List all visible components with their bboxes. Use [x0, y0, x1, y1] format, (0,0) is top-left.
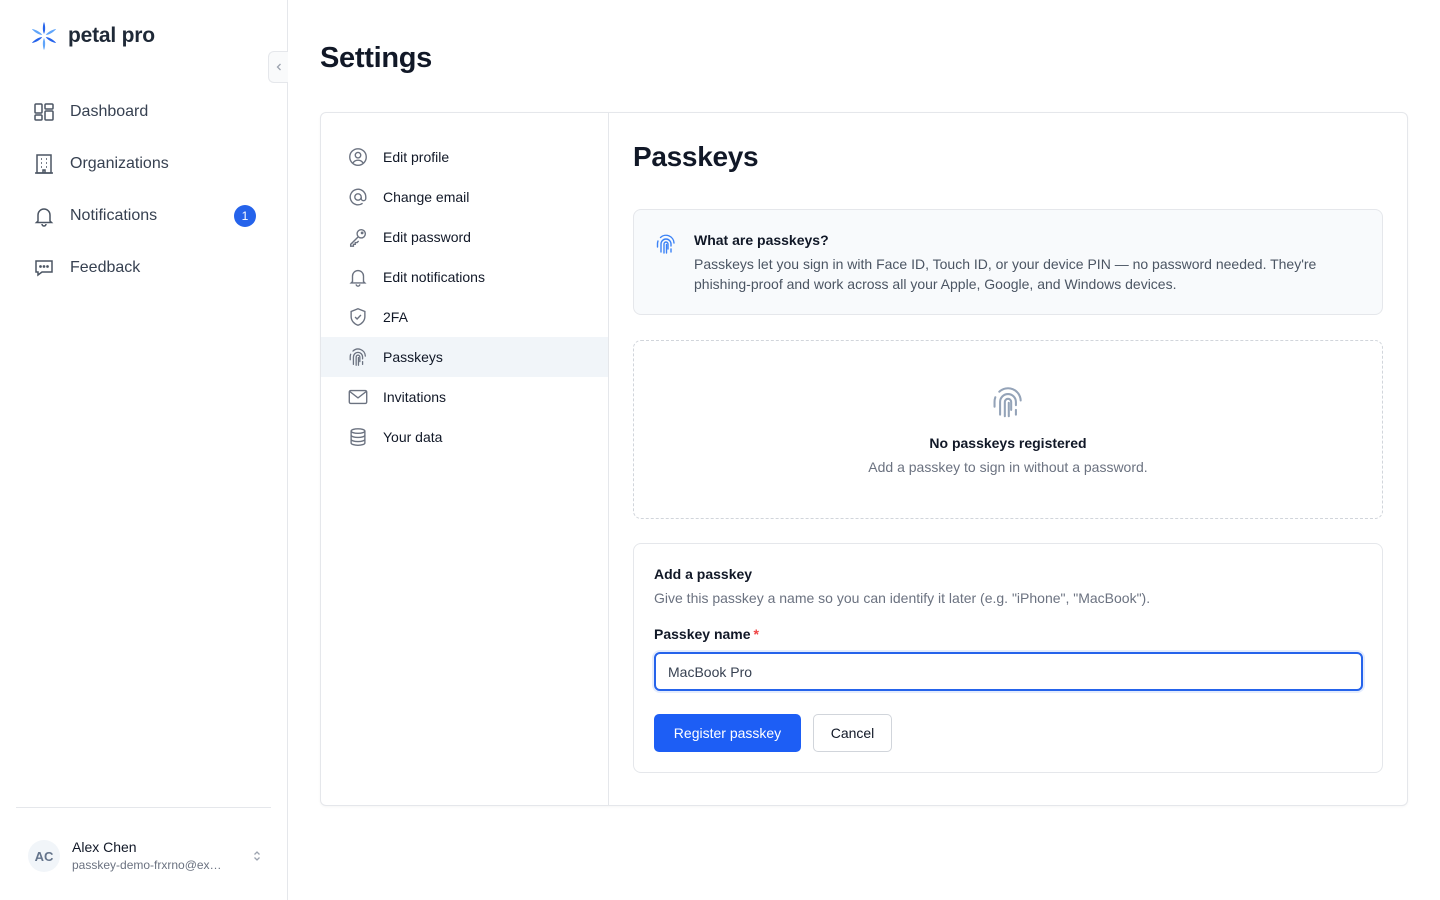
logo[interactable]: petal pro: [28, 20, 155, 52]
at-sign-icon: [349, 188, 367, 206]
settings-nav-label: Edit notifications: [383, 269, 485, 285]
settings-nav-label: Edit password: [383, 229, 471, 245]
settings-nav-edit-notifications[interactable]: Edit notifications: [321, 257, 608, 297]
settings-nav-edit-profile[interactable]: Edit profile: [321, 137, 608, 177]
settings-nav-edit-password[interactable]: Edit password: [321, 217, 608, 257]
passkey-name-input[interactable]: [654, 652, 1363, 691]
notification-count-badge: 1: [234, 205, 256, 227]
collapse-sidebar-button[interactable]: [268, 51, 288, 83]
form-description: Give this passkey a name so you can iden…: [654, 590, 1151, 606]
avatar: AC: [28, 840, 60, 872]
shield-check-icon: [350, 308, 366, 326]
settings-nav-passkeys[interactable]: Passkeys: [321, 337, 608, 377]
info-title: What are passkeys?: [694, 232, 829, 248]
settings-nav-invitations[interactable]: Invitations: [321, 377, 608, 417]
fingerprint-icon: [349, 348, 366, 366]
sidebar-item-label: Dashboard: [70, 103, 149, 120]
settings-nav-label: Edit profile: [383, 149, 450, 165]
sidebar-item-label: Notifications: [70, 207, 158, 224]
sidebar: petal pro Dashboard Organizations Notifi…: [0, 0, 288, 900]
page-title: Settings: [320, 42, 432, 74]
settings-nav-label: 2FA: [383, 309, 408, 325]
settings-nav-change-email[interactable]: Change email: [321, 177, 608, 217]
empty-state-subtitle: Add a passkey to sign in without a passw…: [868, 459, 1148, 475]
sidebar-item-label: Organizations: [70, 155, 169, 172]
required-mark: *: [753, 626, 759, 642]
register-passkey-button[interactable]: Register passkey: [654, 714, 801, 752]
settings-nav-label: Change email: [383, 189, 470, 205]
user-circle-icon: [349, 148, 367, 166]
settings-nav-your-data[interactable]: Your data: [321, 417, 608, 457]
database-icon: [350, 428, 366, 446]
sidebar-item-notifications[interactable]: Notifications 1: [16, 190, 272, 242]
settings-nav-label: Your data: [383, 429, 443, 445]
sidebar-divider: [16, 807, 271, 808]
passkey-name-label: Passkey name *: [654, 626, 759, 642]
settings-nav-2fa[interactable]: 2FA: [321, 297, 608, 337]
dashboard-icon: [34, 103, 54, 121]
section-title: Passkeys: [633, 141, 759, 172]
settings-card: Edit profile Change email Edit password …: [320, 112, 1408, 806]
settings-nav-label: Passkeys: [383, 349, 443, 365]
bell-icon: [34, 208, 54, 227]
empty-state-title: No passkeys registered: [929, 435, 1087, 451]
sidebar-item-feedback[interactable]: Feedback: [16, 242, 272, 294]
fingerprint-icon: [656, 234, 675, 254]
sidebar-item-organizations[interactable]: Organizations: [16, 138, 272, 190]
main-nav: Dashboard Organizations Notifications 1 …: [16, 86, 272, 294]
key-icon: [349, 228, 367, 247]
cancel-button[interactable]: Cancel: [813, 714, 892, 752]
add-passkey-form: Add a passkey Give this passkey a name s…: [633, 543, 1383, 773]
brand-name: petal pro: [68, 24, 155, 47]
user-menu[interactable]: AC Alex Chen passkey-demo-frxrno@ex…: [28, 838, 264, 874]
envelope-icon: [348, 389, 368, 405]
sidebar-item-label: Feedback: [70, 259, 141, 276]
chevron-left-icon: [276, 63, 281, 71]
settings-nav-label: Invitations: [383, 389, 447, 405]
building-icon: [35, 154, 53, 174]
form-title: Add a passkey: [654, 566, 753, 582]
petal-logo-icon: [31, 22, 57, 50]
bell-icon: [349, 269, 367, 287]
info-text: Passkeys let you sign in with Face ID, T…: [694, 256, 1317, 292]
user-email: passkey-demo-frxrno@ex…: [72, 858, 222, 872]
user-info: Alex Chen passkey-demo-frxrno@ex…: [72, 838, 238, 874]
fingerprint-icon: [993, 387, 1022, 418]
chat-icon: [35, 260, 53, 277]
empty-state: No passkeys registered Add a passkey to …: [633, 340, 1383, 519]
settings-nav: Edit profile Change email Edit password …: [321, 113, 609, 805]
sidebar-item-dashboard[interactable]: Dashboard: [16, 86, 272, 138]
chevron-up-down-icon: [254, 851, 260, 861]
passkeys-info-callout: What are passkeys? Passkeys let you sign…: [633, 209, 1383, 315]
user-name: Alex Chen: [72, 839, 137, 855]
